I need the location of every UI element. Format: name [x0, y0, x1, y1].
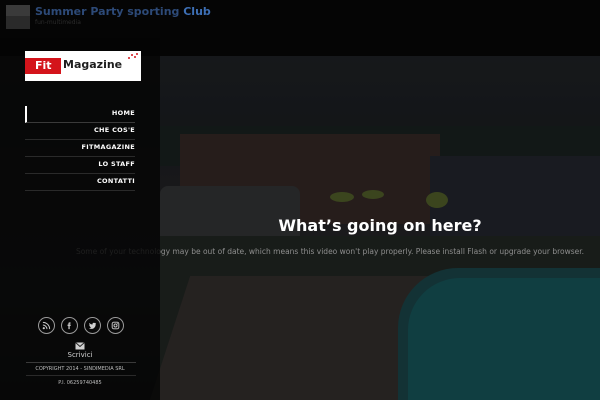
facebook-icon[interactable]	[61, 317, 78, 334]
site-title-highlight: Club	[183, 5, 211, 18]
site-thumbnail-lower	[6, 16, 30, 29]
divider	[26, 375, 136, 376]
nav-item-lo-staff[interactable]: LO STAFF	[25, 157, 135, 174]
copyright-text: COPYRIGHT 2014 - SINDIMEDIA SRL	[35, 366, 125, 372]
logo-dots-icon	[128, 53, 138, 59]
nav-item-label: HOME	[111, 109, 135, 117]
nav-item-contatti[interactable]: CONTATTI	[25, 174, 135, 191]
site-title[interactable]: Summer Party sporting Club	[35, 5, 211, 18]
nav-item-fitmagazine[interactable]: FITMAGAZINE	[25, 140, 135, 157]
main-navigation: HOME CHE COS'E FITMAGAZINE LO STAFF CONT…	[25, 106, 135, 191]
mail-icon[interactable]	[75, 342, 85, 350]
site-subtitle: fun-multimedia	[35, 19, 81, 26]
nav-item-label: CHE COS'E	[93, 126, 135, 134]
logo-fit-text: Fit	[35, 59, 52, 72]
logo-fit-block: Fit	[25, 58, 61, 74]
site-title-main: Summer Party sporting	[35, 5, 184, 18]
video-fallback-heading: What’s going on here?	[278, 216, 482, 235]
twitter-icon[interactable]	[84, 317, 101, 334]
nav-item-che-cose[interactable]: CHE COS'E	[25, 123, 135, 140]
instagram-icon[interactable]	[107, 317, 124, 334]
social-links	[38, 317, 124, 334]
fit-magazine-logo[interactable]: Fit Magazine	[25, 51, 141, 81]
nav-item-label: FITMAGAZINE	[81, 143, 135, 151]
nav-item-label: CONTATTI	[96, 177, 135, 185]
contact-link[interactable]: Scrivici	[40, 351, 120, 359]
logo-magazine-text: Magazine	[63, 58, 123, 71]
divider	[26, 362, 136, 363]
rss-icon[interactable]	[38, 317, 55, 334]
nav-item-home[interactable]: HOME	[25, 106, 135, 123]
vat-number: P.I. 06259740485	[58, 380, 102, 386]
nav-item-label: LO STAFF	[98, 160, 135, 168]
